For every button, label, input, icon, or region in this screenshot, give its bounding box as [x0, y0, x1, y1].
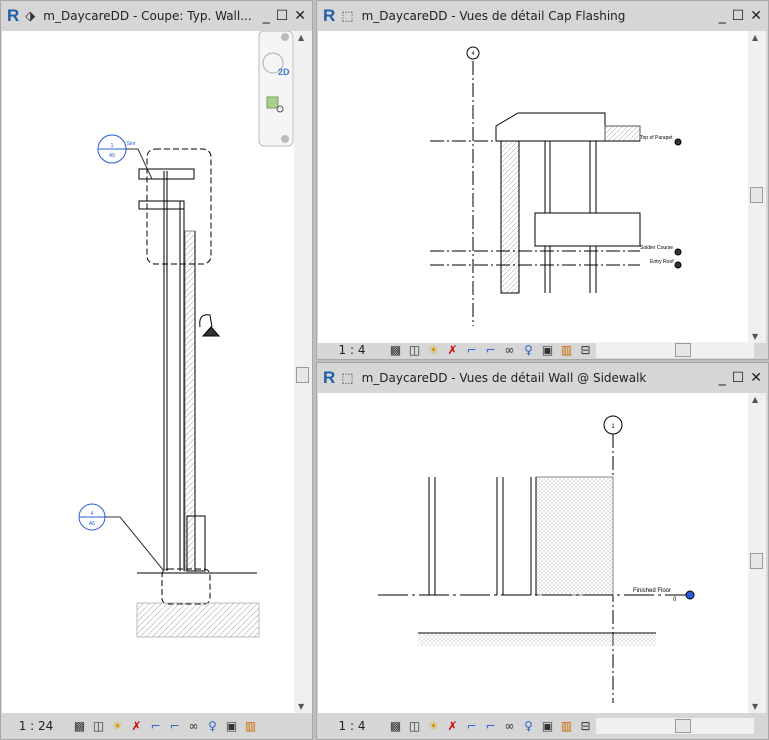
level-label: Entry Roof: [650, 259, 674, 265]
level-label: Finished Floor: [633, 588, 671, 594]
level-label: Top of Parapet: [640, 135, 673, 141]
callout-sheet: A5: [109, 153, 115, 159]
callout-number: 1: [111, 143, 114, 149]
show-crop-icon[interactable]: ⌐: [482, 718, 499, 735]
navigation-bar[interactable]: 2D: [258, 30, 294, 147]
window-title: m_DaycareDD - Coupe: Typ. Wall...: [43, 9, 252, 23]
scale-button[interactable]: 1 : 4: [317, 343, 387, 357]
close-button[interactable]: ✕: [294, 8, 306, 24]
close-button[interactable]: ✕: [750, 8, 762, 24]
cap-flashing-drawing: 4 Top of Parapet Soldier Course Entry Ro…: [430, 46, 682, 326]
crop-view-icon[interactable]: ⌐: [463, 718, 480, 735]
analytical-model-icon[interactable]: ▥: [242, 718, 259, 735]
title-bar[interactable]: R ⬚ m_DaycareDD - Vues de détail Wall @ …: [317, 363, 768, 393]
window-title: m_DaycareDD - Vues de détail Cap Flashin…: [361, 9, 626, 23]
grid-bubble-label: 4: [472, 51, 475, 57]
visual-style-icon[interactable]: ◫: [406, 342, 423, 359]
wall-sidewalk-view-window[interactable]: R ⬚ m_DaycareDD - Vues de détail Wall @ …: [316, 362, 769, 740]
lock-3d-icon[interactable]: ⊟: [577, 718, 594, 735]
show-crop-icon[interactable]: ⌐: [482, 342, 499, 359]
horizontal-scrollbar[interactable]: [596, 342, 754, 358]
revit-logo-icon: R: [7, 6, 20, 25]
detail-view-icon: ⬚: [341, 370, 354, 386]
temporary-view-properties-icon[interactable]: ▣: [539, 718, 556, 735]
level-label: Soldier Course: [640, 245, 673, 251]
window-title: m_DaycareDD - Vues de détail Wall @ Side…: [361, 371, 647, 385]
callout-sheet: A5: [89, 521, 95, 527]
sun-path-icon[interactable]: ☀: [109, 718, 126, 735]
sun-path-icon[interactable]: ☀: [425, 718, 442, 735]
crop-view-icon[interactable]: ⌐: [463, 342, 480, 359]
close-button[interactable]: ✕: [750, 370, 762, 386]
analytical-model-icon[interactable]: ▥: [558, 342, 575, 359]
drawing-canvas[interactable]: 1 Finished Floor 0: [318, 393, 748, 713]
2d-badge: 2D: [278, 67, 290, 77]
grid-bubble-label: 1: [611, 424, 615, 430]
drawing-canvas[interactable]: 4 Top of Parapet Soldier Course Entry Ro…: [318, 31, 748, 343]
title-bar[interactable]: R ⬚ m_DaycareDD - Vues de détail Cap Fla…: [317, 1, 768, 31]
zoom-icon: [266, 96, 279, 109]
shadows-icon[interactable]: ✗: [444, 718, 461, 735]
detail-view-icon: ⬚: [341, 8, 354, 24]
temporary-view-properties-icon[interactable]: ▣: [539, 342, 556, 359]
view-control-bar: 1 : 24 ▩ ◫ ☀ ✗ ⌐ ⌐ ∞ ♀ ▣ ▥: [1, 713, 312, 739]
detail-level-icon[interactable]: ▩: [387, 342, 404, 359]
detail-level-icon[interactable]: ▩: [387, 718, 404, 735]
cap-flashing-view-window[interactable]: R ⬚ m_DaycareDD - Vues de détail Cap Fla…: [316, 0, 769, 360]
vertical-scrollbar[interactable]: ▲ ▼: [748, 31, 766, 343]
revit-logo-icon: R: [323, 6, 336, 25]
analytical-model-icon[interactable]: ▥: [558, 718, 575, 735]
wall-sidewalk-drawing: 1 Finished Floor 0: [378, 415, 695, 703]
view-control-bar: 1 : 4 ▩ ◫ ☀ ✗ ⌐ ⌐ ∞ ♀ ▣ ▥ ⊟: [317, 713, 768, 739]
crop-view-icon[interactable]: ⌐: [147, 718, 164, 735]
visual-style-icon[interactable]: ◫: [90, 718, 107, 735]
reveal-hidden-icon[interactable]: ♀: [520, 718, 537, 735]
temporary-hide-icon[interactable]: ∞: [185, 718, 202, 735]
section-view-icon: ⬗: [25, 8, 36, 24]
horizontal-scrollbar[interactable]: [596, 718, 754, 734]
temporary-view-properties-icon[interactable]: ▣: [223, 718, 240, 735]
temporary-hide-icon[interactable]: ∞: [501, 342, 518, 359]
level-value: 0: [673, 597, 677, 603]
callout-label: Sim: [127, 141, 136, 147]
reveal-hidden-icon[interactable]: ♀: [204, 718, 221, 735]
temporary-hide-icon[interactable]: ∞: [501, 718, 518, 735]
vertical-scrollbar[interactable]: ▲ ▼: [748, 393, 766, 713]
reveal-hidden-icon[interactable]: ♀: [520, 342, 537, 359]
callout-number: 4: [91, 511, 94, 517]
sun-path-icon[interactable]: ☀: [425, 342, 442, 359]
maximize-button[interactable]: ☐: [276, 8, 289, 24]
shadows-icon[interactable]: ✗: [128, 718, 145, 735]
lock-3d-icon[interactable]: ⊟: [577, 342, 594, 359]
minimize-button[interactable]: _: [719, 370, 726, 386]
detail-level-icon[interactable]: ▩: [71, 718, 88, 735]
view-control-bar: 1 : 4 ▩ ◫ ☀ ✗ ⌐ ⌐ ∞ ♀ ▣ ▥ ⊟: [317, 341, 768, 359]
maximize-button[interactable]: ☐: [732, 370, 745, 386]
vertical-scrollbar[interactable]: ▲ ▼: [294, 31, 312, 713]
minimize-button[interactable]: _: [719, 8, 726, 24]
section-drawing: 1 A5 Sim 4 A5 2D: [78, 30, 294, 638]
visual-style-icon[interactable]: ◫: [406, 718, 423, 735]
drawing-canvas[interactable]: 1 A5 Sim 4 A5 2D: [2, 30, 294, 713]
title-bar[interactable]: R ⬗ m_DaycareDD - Coupe: Typ. Wall... _ ☐…: [1, 1, 312, 31]
maximize-button[interactable]: ☐: [732, 8, 745, 24]
show-crop-icon[interactable]: ⌐: [166, 718, 183, 735]
section-view-window[interactable]: R ⬗ m_DaycareDD - Coupe: Typ. Wall... _ ☐…: [0, 0, 313, 740]
revit-logo-icon: R: [323, 368, 336, 387]
minimize-button[interactable]: _: [263, 8, 270, 24]
scale-button[interactable]: 1 : 4: [317, 719, 387, 733]
scale-button[interactable]: 1 : 24: [1, 719, 71, 733]
shadows-icon[interactable]: ✗: [444, 342, 461, 359]
